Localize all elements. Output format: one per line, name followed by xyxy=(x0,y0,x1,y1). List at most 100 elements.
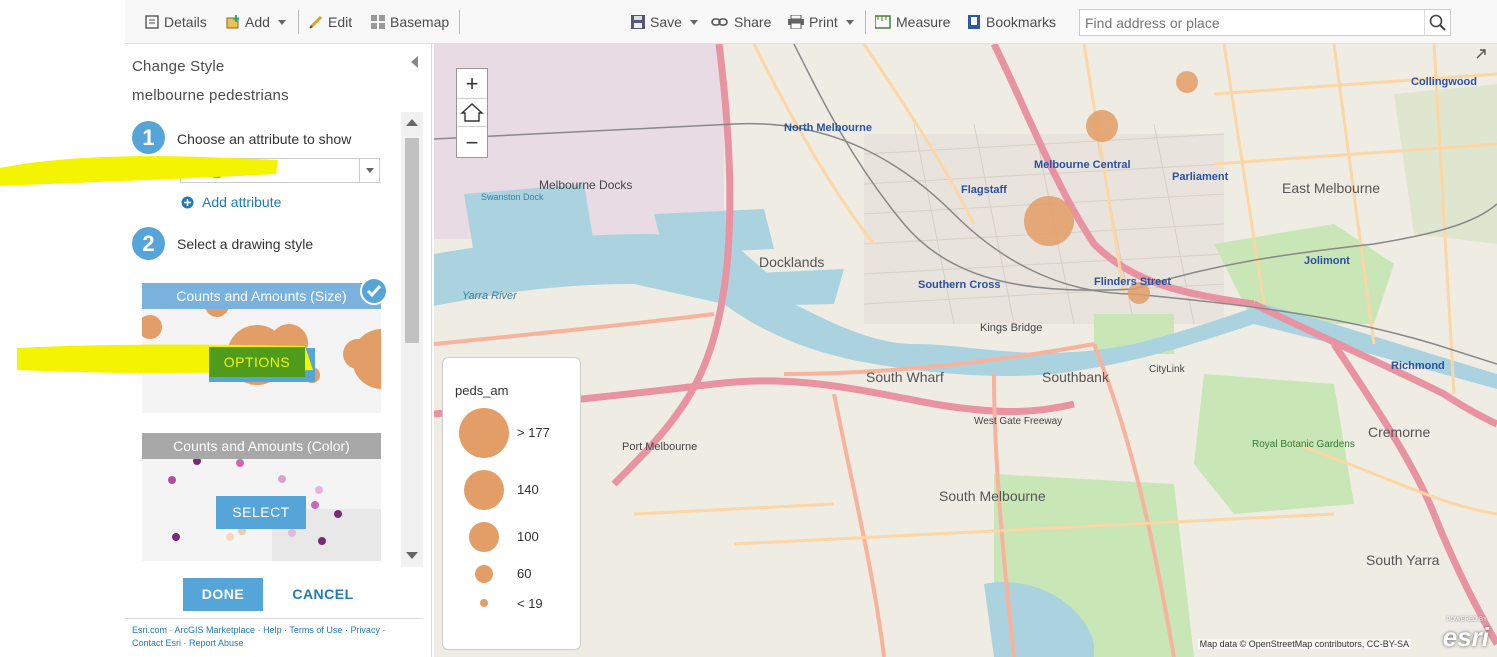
map-label-jolimont: Jolimont xyxy=(1304,255,1350,267)
plus-circle-icon xyxy=(181,196,194,208)
bookmarks-label: Bookmarks xyxy=(986,14,1057,30)
yellow-highlight-stroke-1 xyxy=(0,156,278,186)
toolbar-divider xyxy=(298,10,299,34)
map-legend: peds_am > 177 140 100 60 < 19 xyxy=(442,357,581,650)
footer-privacy-link[interactable]: Privacy xyxy=(350,625,380,635)
map-view[interactable]: Docklands Melbourne Docks North Melbourn… xyxy=(434,44,1497,657)
select-button[interactable]: SELECT xyxy=(216,496,306,529)
footer-report-link[interactable]: Report Abuse xyxy=(189,638,244,648)
footer-links-row-2: Contact Esri · Report Abuse xyxy=(132,638,244,648)
footer-terms-link[interactable]: Terms of Use xyxy=(289,625,342,635)
details-button[interactable]: Details xyxy=(145,12,207,32)
map-label-south-yarra: South Yarra xyxy=(1366,552,1440,568)
add-icon xyxy=(226,15,240,29)
share-icon xyxy=(711,15,729,29)
measure-icon xyxy=(874,15,891,29)
measure-button[interactable]: Measure xyxy=(874,12,951,32)
style-card-color[interactable]: Counts and Amounts (Color) SELECT xyxy=(142,433,381,561)
edit-icon xyxy=(309,15,323,29)
toolbar-divider xyxy=(865,10,866,34)
options-button-highlighted[interactable]: OPTIONS xyxy=(209,347,305,377)
chevron-down-icon xyxy=(359,159,379,182)
add-dropdown-icon xyxy=(277,19,286,25)
basemap-graphic xyxy=(434,44,1497,657)
map-label-yarra-river: Yarra River xyxy=(462,290,517,302)
edit-label: Edit xyxy=(328,14,353,30)
collapse-arrow-icon[interactable] xyxy=(411,56,419,68)
map-label-melbourne-central: Melbourne Central xyxy=(1034,159,1131,171)
map-label-parliament: Parliament xyxy=(1172,171,1229,183)
legend-symbol xyxy=(475,565,493,583)
footer-divider xyxy=(125,618,423,619)
save-dropdown-icon xyxy=(689,19,698,25)
done-button[interactable]: DONE xyxy=(183,578,263,611)
footer-contact-link[interactable]: Contact Esri xyxy=(132,638,181,648)
legend-label: 60 xyxy=(517,566,532,581)
search-box xyxy=(1079,9,1451,36)
print-icon xyxy=(788,14,804,30)
map-label-west-gate-freeway: West Gate Freeway xyxy=(974,416,1063,427)
map-label-flagstaff: Flagstaff xyxy=(961,184,1007,196)
basemap-button[interactable]: Basemap xyxy=(371,12,449,32)
map-label-cremorne: Cremorne xyxy=(1368,424,1431,440)
layer-name: melbourne pedestrians xyxy=(132,87,289,104)
footer-marketplace-link[interactable]: ArcGIS Marketplace xyxy=(175,625,256,635)
map-label-southern-cross: Southern Cross xyxy=(918,279,1001,291)
footer-links-row-1: Esri.com · ArcGIS Marketplace · Help · T… xyxy=(132,625,386,635)
legend-label: > 177 xyxy=(517,425,550,440)
zoom-control: + − xyxy=(456,68,488,158)
map-label-south-melbourne: South Melbourne xyxy=(939,488,1046,504)
esri-logo[interactable]: esri xyxy=(1443,622,1489,653)
print-dropdown-icon xyxy=(845,19,854,25)
zoom-out-icon[interactable]: − xyxy=(457,128,487,157)
home-icon[interactable] xyxy=(457,98,487,127)
legend-symbol xyxy=(469,522,499,552)
expand-icon[interactable] xyxy=(1474,47,1488,61)
print-button[interactable]: Print xyxy=(788,12,854,32)
scroll-up-icon[interactable] xyxy=(406,119,418,127)
map-label-collingwood: Collingwood xyxy=(1411,76,1477,88)
legend-symbol xyxy=(459,408,509,458)
map-attribution: Map data © OpenStreetMap contributors, C… xyxy=(1197,639,1411,649)
search-button[interactable] xyxy=(1424,10,1450,35)
measure-label: Measure xyxy=(896,14,951,30)
map-label-docklands: Docklands xyxy=(759,254,825,270)
add-attribute-label: Add attribute xyxy=(202,194,282,210)
panel-scrollbar[interactable] xyxy=(401,112,423,567)
map-label-east-melbourne: East Melbourne xyxy=(1282,180,1381,196)
details-icon xyxy=(145,15,159,29)
map-label-swanston-dock: Swanston Dock xyxy=(481,192,544,202)
scroll-down-icon[interactable] xyxy=(406,552,418,560)
footer-help-link[interactable]: Help xyxy=(263,625,282,635)
search-input[interactable] xyxy=(1080,10,1420,35)
zoom-in-icon[interactable]: + xyxy=(457,69,487,98)
map-label-kings-bridge: Kings Bridge xyxy=(980,322,1043,334)
add-label: Add xyxy=(245,14,270,30)
bookmarks-icon xyxy=(967,15,981,29)
map-label-southbank: Southbank xyxy=(1042,369,1109,385)
cancel-button[interactable]: CANCEL xyxy=(283,578,363,611)
legend-label: < 19 xyxy=(517,596,543,611)
add-attribute-link[interactable]: Add attribute xyxy=(181,194,281,210)
legend-label: 100 xyxy=(517,529,539,544)
map-label-royal-botanic: Royal Botanic Gardens xyxy=(1252,439,1355,450)
edit-button[interactable]: Edit xyxy=(309,12,352,32)
map-label-richmond: Richmond xyxy=(1391,360,1445,372)
toolbar-divider xyxy=(459,10,460,34)
save-icon xyxy=(631,15,645,29)
print-label: Print xyxy=(809,14,838,30)
map-label-north-melbourne: North Melbourne xyxy=(784,122,872,134)
share-button[interactable]: Share xyxy=(711,12,771,32)
add-button[interactable]: Add xyxy=(226,12,286,32)
map-label-flinders-street: Flinders Street xyxy=(1094,276,1172,288)
footer-esri-link[interactable]: Esri.com xyxy=(132,625,167,635)
details-label: Details xyxy=(164,14,207,30)
basemap-label: Basemap xyxy=(390,14,450,30)
step-2-badge: 2 xyxy=(132,227,165,260)
save-label: Save xyxy=(650,14,682,30)
scrollbar-thumb[interactable] xyxy=(405,138,419,343)
bookmarks-button[interactable]: Bookmarks xyxy=(967,12,1056,32)
save-button[interactable]: Save xyxy=(631,12,698,32)
share-label: Share xyxy=(734,14,772,30)
map-label-melbourne-docks: Melbourne Docks xyxy=(539,178,633,192)
